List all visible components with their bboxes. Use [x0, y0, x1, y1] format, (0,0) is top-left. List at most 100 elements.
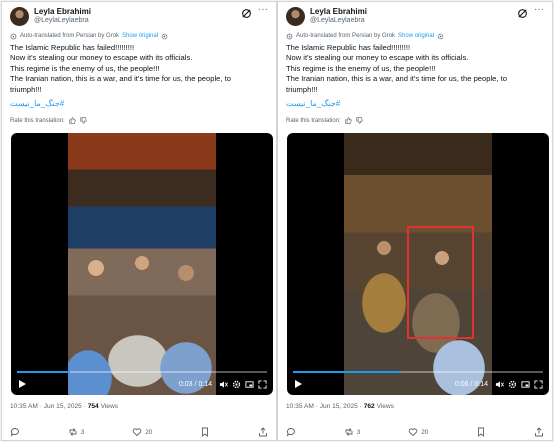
- avatar[interactable]: [286, 7, 305, 26]
- author-name[interactable]: Leyla Ebrahimi: [34, 7, 91, 16]
- tweet-line: The Islamic Republic has failed!!!!!!!!!: [10, 43, 135, 52]
- show-original-link[interactable]: Show original: [122, 33, 158, 39]
- action-bar: 3 20: [10, 426, 268, 438]
- views-count: 754: [87, 403, 99, 410]
- grok-icon[interactable]: [516, 7, 528, 19]
- tweet-line: The Islamic Republic has failed!!!!!!!!!: [286, 43, 411, 52]
- video-frame: [68, 133, 216, 395]
- like-icon: [132, 428, 142, 437]
- reply-button[interactable]: [10, 427, 20, 437]
- views-label: Views: [374, 403, 395, 410]
- rate-translation: Rate this translation:: [10, 117, 87, 124]
- video-player[interactable]: 0:03 / 0:14: [11, 133, 273, 395]
- rate-label: Rate this translation:: [286, 117, 341, 124]
- bookmark-icon: [478, 427, 485, 437]
- like-count: 20: [145, 428, 153, 436]
- video-controls-right: 0:06 / 0:14: [455, 379, 543, 389]
- bookmark-button[interactable]: [476, 427, 486, 437]
- hashtag-link[interactable]: #جنگ_ما_نیست: [10, 99, 64, 108]
- tweet-card: Leyla Ebrahimi @LeylaLeylaebra ··· Auto-…: [1, 1, 277, 441]
- repost-icon: [345, 428, 353, 436]
- highlight-box: [407, 226, 474, 339]
- video-controls-right: 0:03 / 0:14: [179, 379, 267, 389]
- thumbs-down-icon[interactable]: [356, 117, 363, 124]
- translation-notice: Auto-translated from Persian by Grok Sho…: [10, 31, 168, 41]
- share-button[interactable]: [534, 427, 544, 437]
- thumbs-up-icon[interactable]: [69, 117, 76, 124]
- tweet-header: Leyla Ebrahimi @LeylaLeylaebra ···: [10, 4, 268, 27]
- hashtag-link[interactable]: #جنگ_ما_نیست: [286, 99, 340, 108]
- thumbs-down-icon[interactable]: [80, 117, 87, 124]
- video-time: 0:03 / 0:14: [178, 380, 212, 388]
- gear-icon[interactable]: [161, 33, 168, 40]
- like-button[interactable]: 20: [408, 427, 428, 437]
- tweet-line: Now it's stealing our money to escape wi…: [10, 53, 193, 63]
- translation-notice: Auto-translated from Persian by Grok Sho…: [286, 31, 444, 41]
- reply-icon: [10, 428, 19, 437]
- video-frame: [344, 133, 492, 395]
- play-icon[interactable]: [293, 379, 303, 389]
- video-controls: 0:03 / 0:14: [11, 369, 273, 395]
- post-timestamp[interactable]: 10:35 AM · Jun 15, 2025 ·: [286, 403, 364, 410]
- tweet-line: triumph!!!: [10, 84, 42, 94]
- volume-icon[interactable]: [219, 380, 228, 389]
- rate-translation: Rate this translation:: [286, 117, 363, 124]
- action-bar: 3 20: [286, 426, 544, 438]
- tweet-line: This regime is the enemy of us, the peop…: [10, 63, 160, 73]
- tweet-header: Leyla Ebrahimi @LeylaLeylaebra ···: [286, 4, 544, 27]
- reply-button[interactable]: [286, 427, 296, 437]
- repost-button[interactable]: 3: [344, 427, 361, 437]
- tweet-text: The Islamic Republic has failed!!!!!!!!!…: [286, 43, 544, 95]
- repost-count: 3: [80, 428, 85, 436]
- author-name[interactable]: Leyla Ebrahimi: [310, 7, 367, 16]
- tweet-line: The Iranian nation, this is a war, and i…: [286, 74, 507, 84]
- show-original-link[interactable]: Show original: [398, 33, 434, 39]
- repost-count: 3: [356, 428, 361, 436]
- settings-icon[interactable]: [232, 380, 241, 389]
- reply-icon: [286, 428, 295, 437]
- tweet-line: The Iranian nation, this is a war, and i…: [10, 74, 231, 84]
- video-progress-bar[interactable]: [293, 371, 543, 373]
- fullscreen-icon[interactable]: [258, 379, 267, 389]
- translate-icon: [10, 33, 17, 39]
- post-meta: 10:35 AM · Jun 15, 2025 · 762 Views: [286, 403, 394, 410]
- picture-in-picture-icon[interactable]: [245, 380, 254, 389]
- grok-icon[interactable]: [240, 7, 252, 19]
- like-icon: [408, 428, 418, 437]
- rate-label: Rate this translation:: [10, 117, 65, 124]
- like-button[interactable]: 20: [132, 427, 152, 437]
- volume-icon[interactable]: [495, 380, 504, 389]
- share-button[interactable]: [258, 427, 268, 437]
- translated-label: Auto-translated from Persian by Grok: [20, 33, 120, 39]
- share-icon: [259, 427, 267, 437]
- video-progress-fill: [17, 371, 70, 373]
- author-handle[interactable]: @LeylaLeylaebra: [310, 17, 365, 24]
- translate-icon: [286, 33, 293, 39]
- tweet-line: Now it's stealing our money to escape wi…: [286, 53, 469, 63]
- thumbs-up-icon[interactable]: [345, 117, 352, 124]
- video-progress-fill: [293, 371, 401, 373]
- views-label: Views: [98, 403, 119, 410]
- video-progress-bar[interactable]: [17, 371, 267, 373]
- more-icon[interactable]: ···: [534, 4, 544, 15]
- post-timestamp[interactable]: 10:35 AM · Jun 15, 2025 ·: [10, 403, 88, 410]
- picture-in-picture-icon[interactable]: [521, 380, 530, 389]
- settings-icon[interactable]: [508, 380, 517, 389]
- video-player[interactable]: 0:06 / 0:14: [287, 133, 549, 395]
- more-icon[interactable]: ···: [258, 4, 268, 15]
- play-icon[interactable]: [17, 379, 27, 389]
- tweet-line: triumph!!!: [286, 84, 318, 94]
- video-time: 0:06 / 0:14: [454, 380, 488, 388]
- repost-icon: [69, 428, 77, 436]
- like-count: 20: [421, 428, 429, 436]
- bookmark-icon: [202, 427, 209, 437]
- tweet-text: The Islamic Republic has failed!!!!!!!!!…: [10, 43, 268, 95]
- avatar[interactable]: [10, 7, 29, 26]
- repost-button[interactable]: 3: [68, 427, 85, 437]
- gear-icon[interactable]: [437, 33, 444, 40]
- fullscreen-icon[interactable]: [534, 379, 543, 389]
- post-meta: 10:35 AM · Jun 15, 2025 · 754 Views: [10, 403, 118, 410]
- author-handle[interactable]: @LeylaLeylaebra: [34, 17, 89, 24]
- bookmark-button[interactable]: [200, 427, 210, 437]
- video-controls: 0:06 / 0:14: [287, 369, 549, 395]
